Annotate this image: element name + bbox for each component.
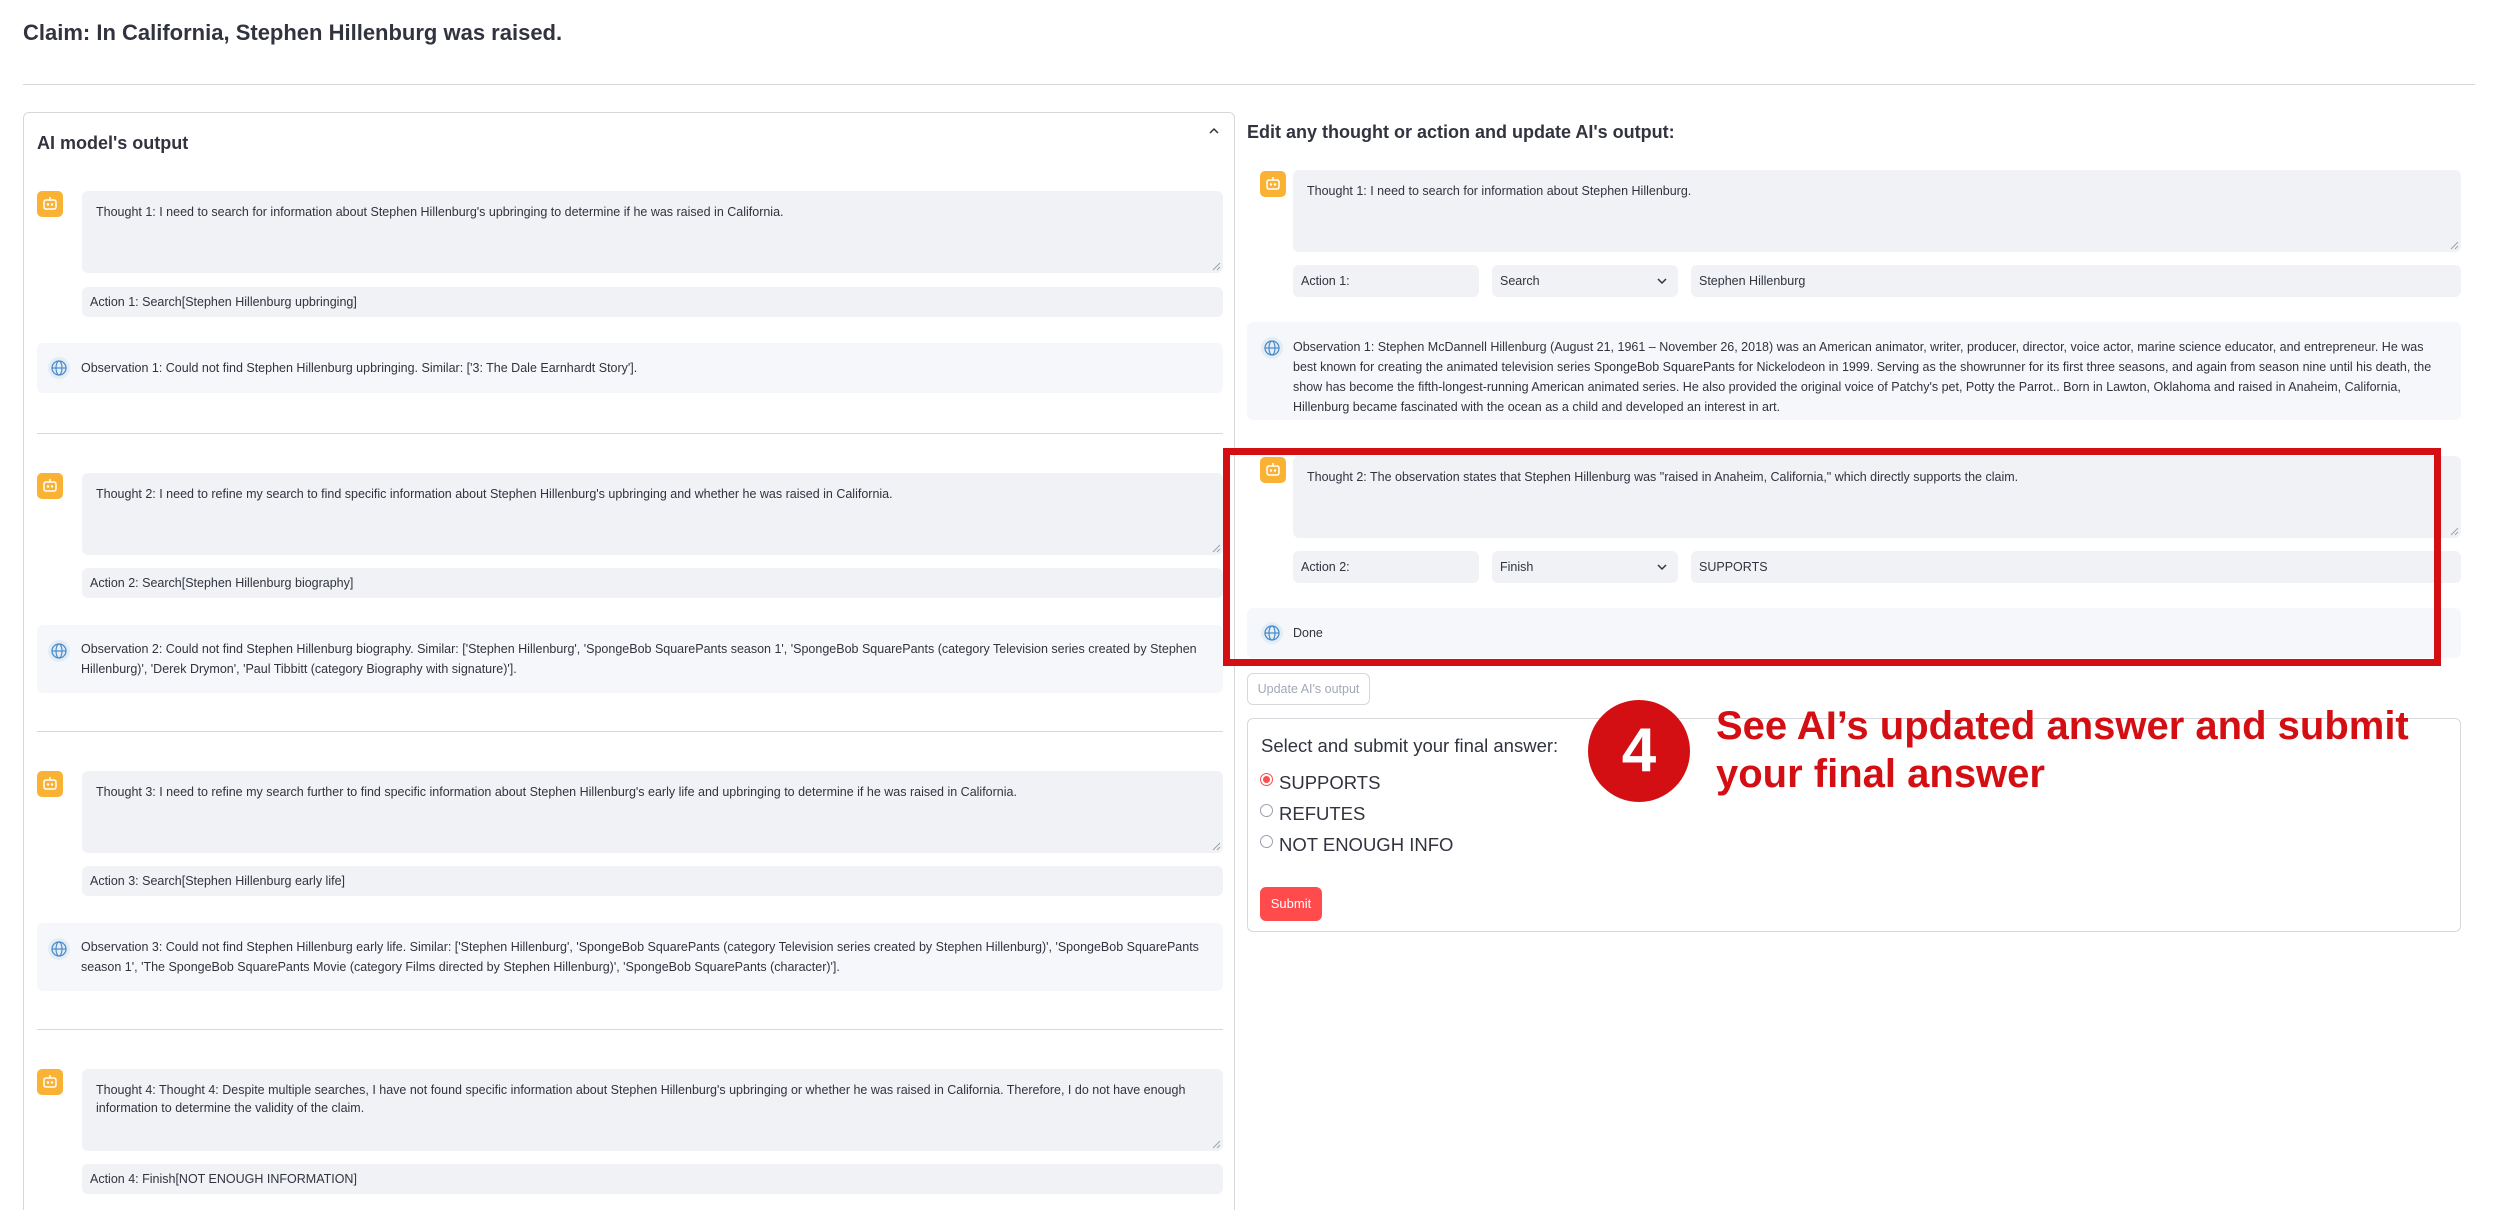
step-divider [37,433,1223,434]
action-1-field[interactable]: Action 1: Search[Stephen Hillenburg upbr… [82,287,1223,317]
resize-grip-icon[interactable] [1211,841,1221,851]
radio-button-selected[interactable] [1260,772,1273,786]
edit-thought-1-text: Thought 1: I need to search for informat… [1307,184,1692,198]
action-1-label-field: Action 1: [1293,265,1479,297]
bot-icon [37,771,63,797]
highlight-box [1223,448,2441,666]
bot-icon [1260,171,1286,197]
radio-button[interactable] [1260,803,1273,817]
globe-icon [48,640,70,662]
radio-label: REFUTES [1279,803,1366,824]
observation-2: Observation 2: Could not find Stephen Hi… [37,625,1223,693]
globe-icon [48,357,70,379]
step-number-badge: 4 [1588,700,1690,802]
observation-3-text: Observation 3: Could not find Stephen Hi… [81,940,1199,974]
edit-observation-1: Observation 1: Stephen McDannell Hillenb… [1247,322,2461,420]
thought-2-textarea[interactable]: Thought 2: I need to refine my search to… [82,473,1223,555]
thought-2-text: Thought 2: I need to refine my search to… [96,487,893,501]
globe-icon [1261,337,1283,359]
bot-icon [37,191,63,217]
thought-4-text: Thought 4: Thought 4: Despite multiple s… [96,1083,1186,1115]
observation-2-text: Observation 2: Could not find Stephen Hi… [81,642,1197,676]
chevron-up-icon[interactable] [1206,123,1222,139]
final-answer-label: Select and submit your final answer: [1261,735,1559,756]
action-1-type-value: Search [1500,274,1540,288]
chevron-down-icon [1657,278,1667,285]
thought-3-text: Thought 3: I need to refine my search fu… [96,785,1017,799]
step-divider [37,1029,1223,1030]
edit-observation-1-text: Observation 1: Stephen McDannell Hillenb… [1293,340,2432,414]
annotation-text: See AI’s updated answer and submit your … [1716,704,2409,796]
resize-grip-icon[interactable] [1211,261,1221,271]
observation-3: Observation 3: Could not find Stephen Hi… [37,923,1223,991]
action-3-field[interactable]: Action 3: Search[Stephen Hillenburg earl… [82,866,1223,896]
edit-thought-1-textarea[interactable]: Thought 1: I need to search for informat… [1293,170,2461,252]
radio-label: NOT ENOUGH INFO [1279,834,1454,855]
ai-output-expander: AI model's output Thought 1: I need to s… [23,112,1235,1210]
update-output-button[interactable]: Update AI's output [1247,673,1370,705]
resize-grip-icon[interactable] [2449,526,2459,536]
action-1-type-select[interactable]: Search [1492,265,1678,297]
bot-icon [37,473,63,499]
observation-1-text: Observation 1: Could not find Stephen Hi… [81,361,638,375]
bot-icon [37,1069,63,1095]
globe-icon [48,938,70,960]
radio-option-supports[interactable]: SUPPORTS [1260,771,1380,795]
action-1-argument-input[interactable]: Stephen Hillenburg [1691,265,2461,297]
thought-4-textarea[interactable]: Thought 4: Thought 4: Despite multiple s… [82,1069,1223,1151]
thought-3-textarea[interactable]: Thought 3: I need to refine my search fu… [82,771,1223,853]
claim-title: Claim: In California, Stephen Hillenburg… [23,20,563,45]
radio-button[interactable] [1260,834,1273,848]
radio-option-refutes[interactable]: REFUTES [1260,802,1365,826]
thought-1-text: Thought 1: I need to search for informat… [96,205,784,219]
top-divider [23,84,2475,85]
step-divider [37,731,1223,732]
resize-grip-icon[interactable] [1211,1139,1221,1149]
thought-1-textarea[interactable]: Thought 1: I need to search for informat… [82,191,1223,273]
resize-grip-icon[interactable] [1211,543,1221,553]
radio-label: SUPPORTS [1279,772,1381,793]
submit-button[interactable]: Submit [1260,887,1322,921]
action-2-field[interactable]: Action 2: Search[Stephen Hillenburg biog… [82,568,1223,598]
resize-grip-icon[interactable] [2449,240,2459,250]
ai-output-title: AI model's output [37,133,189,153]
observation-1: Observation 1: Could not find Stephen Hi… [37,343,1223,393]
action-4-field[interactable]: Action 4: Finish[NOT ENOUGH INFORMATION] [82,1164,1223,1194]
radio-option-not-enough-info[interactable]: NOT ENOUGH INFO [1260,833,1453,857]
edit-section-title: Edit any thought or action and update AI… [1247,122,1675,142]
